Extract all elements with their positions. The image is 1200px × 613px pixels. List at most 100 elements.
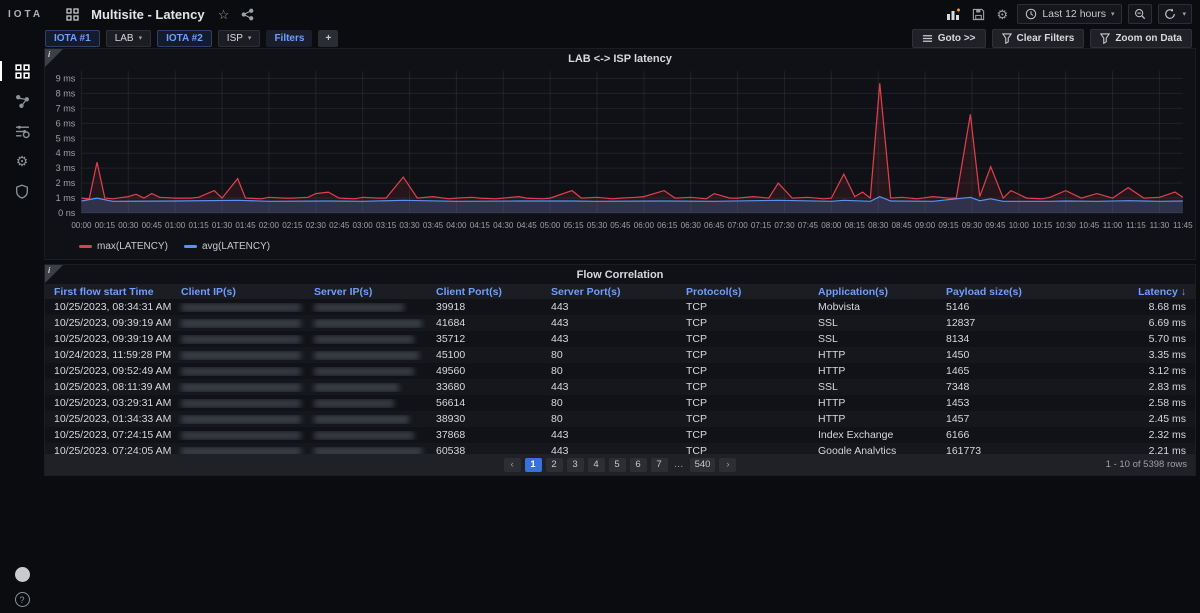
column-header-payload-size-s-[interactable]: Payload size(s) — [940, 286, 1068, 298]
redacted-client-ip — [175, 367, 308, 376]
column-header-client-ip-s-[interactable]: Client IP(s) — [175, 286, 308, 298]
legend-item[interactable]: max(LATENCY) — [79, 241, 168, 252]
column-header-protocol-s-[interactable]: Protocol(s) — [680, 286, 812, 298]
clear-filters-button[interactable]: Clear Filters — [992, 29, 1085, 48]
filter-chip-iota-1[interactable]: IOTA #1 — [45, 30, 100, 47]
svg-text:03:15: 03:15 — [376, 221, 397, 230]
star-icon[interactable]: ☆ — [215, 5, 233, 23]
refresh-button[interactable]: ▾ — [1158, 4, 1192, 24]
column-header-client-port-s-[interactable]: Client Port(s) — [430, 286, 545, 298]
table-cell: 2.83 ms — [1068, 381, 1192, 393]
dashboard-title: Multisite - Latency — [91, 7, 204, 22]
zoom-on-data-button[interactable]: Zoom on Data — [1090, 29, 1192, 48]
row-count-summary: 1 - 10 of 5398 rows — [1106, 459, 1187, 470]
redacted-client-ip — [175, 383, 308, 392]
chevron-down-icon: ▾ — [139, 34, 143, 42]
column-header-latency[interactable]: Latency ↓ — [1068, 286, 1192, 298]
svg-text:2 ms: 2 ms — [56, 178, 76, 188]
filter-chip-isp[interactable]: ISP▾ — [218, 30, 261, 47]
svg-text:07:15: 07:15 — [751, 221, 772, 230]
panel-info-corner[interactable]: i — [45, 49, 63, 67]
page-button-7[interactable]: 7 — [651, 458, 668, 472]
table-cell: SSL — [812, 317, 940, 329]
page-button-4[interactable]: 4 — [588, 458, 605, 472]
svg-text:02:45: 02:45 — [329, 221, 350, 230]
page-button-2[interactable]: 2 — [546, 458, 563, 472]
column-header-first-flow-start-time[interactable]: First flow start Time — [48, 286, 175, 298]
table-cell: TCP — [680, 317, 812, 329]
page-button-5[interactable]: 5 — [609, 458, 626, 472]
svg-text:03:30: 03:30 — [399, 221, 420, 230]
table-cell: 443 — [545, 301, 680, 313]
table-row[interactable]: 10/25/2023, 08:34:31 AM39918443TCPMobvis… — [45, 299, 1195, 315]
table-cell: 443 — [545, 333, 680, 345]
save-icon[interactable] — [969, 5, 987, 23]
table-header-row: First flow start TimeClient IP(s)Server … — [45, 284, 1195, 299]
iota-logo[interactable]: IOTA — [8, 9, 43, 20]
table-cell: TCP — [680, 413, 812, 425]
column-header-application-s-[interactable]: Application(s) — [812, 286, 940, 298]
table-row[interactable]: 10/24/2023, 11:59:28 PM4510080TCPHTTP145… — [45, 347, 1195, 363]
redacted-server-ip — [308, 431, 430, 440]
page-button-540[interactable]: 540 — [690, 458, 716, 472]
svg-text:09:45: 09:45 — [985, 221, 1006, 230]
settings-gear-icon[interactable]: ⚙ — [993, 5, 1011, 23]
table-row[interactable]: 10/25/2023, 03:29:31 AM5661480TCPHTTP145… — [45, 395, 1195, 411]
column-header-server-port-s-[interactable]: Server Port(s) — [545, 286, 680, 298]
table-row[interactable]: 10/25/2023, 01:34:33 AM3893080TCPHTTP145… — [45, 411, 1195, 427]
page-button-6[interactable]: 6 — [630, 458, 647, 472]
page-button-1[interactable]: 1 — [525, 458, 542, 472]
filter-chip--[interactable]: + — [318, 30, 338, 47]
svg-text:09:00: 09:00 — [915, 221, 936, 230]
chart-legend: max(LATENCY) avg(LATENCY) — [79, 241, 1195, 252]
chevron-down-icon: ▾ — [248, 34, 252, 42]
refresh-icon — [1164, 8, 1176, 20]
chevron-down-icon: ▾ — [1111, 10, 1115, 18]
column-header-server-ip-s-[interactable]: Server IP(s) — [308, 286, 430, 298]
svg-text:04:45: 04:45 — [517, 221, 538, 230]
table-cell: 80 — [545, 365, 680, 377]
filter-chip-filters[interactable]: Filters — [266, 30, 312, 47]
table-cell: HTTP — [812, 397, 940, 409]
table-cell: HTTP — [812, 413, 940, 425]
sidebar-item-dashboards[interactable] — [8, 58, 36, 84]
table-cell: 10/25/2023, 09:39:19 AM — [48, 333, 175, 345]
legend-item[interactable]: avg(LATENCY) — [184, 241, 270, 252]
table-row[interactable]: 10/25/2023, 07:24:15 AM37868443TCPIndex … — [45, 427, 1195, 443]
add-panel-icon[interactable] — [945, 5, 963, 23]
time-range-picker[interactable]: Last 12 hours ▾ — [1017, 4, 1122, 24]
page-button-3[interactable]: 3 — [567, 458, 584, 472]
svg-text:06:00: 06:00 — [634, 221, 655, 230]
table-row[interactable]: 10/25/2023, 08:11:39 AM33680443TCPSSL734… — [45, 379, 1195, 395]
table-cell: 33680 — [430, 381, 545, 393]
gear-icon: ⚙ — [16, 153, 29, 170]
svg-text:11:45: 11:45 — [1173, 221, 1193, 230]
filter-chip-lab[interactable]: LAB▾ — [106, 30, 151, 47]
latency-panel: i LAB <-> ISP latency 0 ns1 ms2 ms3 ms4 … — [44, 48, 1196, 260]
svg-text:6 ms: 6 ms — [56, 118, 76, 128]
prev-page-button[interactable]: ‹ — [504, 458, 521, 472]
redacted-client-ip — [175, 335, 308, 344]
share-icon[interactable] — [239, 5, 257, 23]
table-cell: 443 — [545, 317, 680, 329]
table-row[interactable]: 10/25/2023, 09:39:19 AM35712443TCPSSL813… — [45, 331, 1195, 347]
table-row[interactable]: 10/25/2023, 09:39:19 AM41684443TCPSSL128… — [45, 315, 1195, 331]
goto--button[interactable]: Goto >> — [912, 29, 986, 48]
svg-text:5 ms: 5 ms — [56, 133, 76, 143]
sidebar-item-settings[interactable]: ⚙ — [8, 148, 36, 174]
table-cell: Index Exchange — [812, 429, 940, 441]
zoom-out-button[interactable] — [1128, 4, 1152, 24]
svg-text:00:30: 00:30 — [118, 221, 139, 230]
svg-text:4 ms: 4 ms — [56, 148, 76, 158]
panel-info-corner[interactable]: i — [45, 265, 63, 283]
next-page-button[interactable]: › — [719, 458, 736, 472]
svg-text:04:15: 04:15 — [470, 221, 491, 230]
sidebar-item-security[interactable] — [8, 178, 36, 204]
avatar[interactable] — [15, 567, 30, 582]
table-row[interactable]: 10/25/2023, 09:52:49 AM4956080TCPHTTP146… — [45, 363, 1195, 379]
sidebar-item-traffic[interactable] — [8, 88, 36, 114]
clock-icon — [1025, 8, 1037, 20]
filter-chip-iota-2[interactable]: IOTA #2 — [157, 30, 212, 47]
sidebar-item-panel-config[interactable] — [8, 118, 36, 144]
help-icon[interactable]: ? — [15, 592, 30, 607]
